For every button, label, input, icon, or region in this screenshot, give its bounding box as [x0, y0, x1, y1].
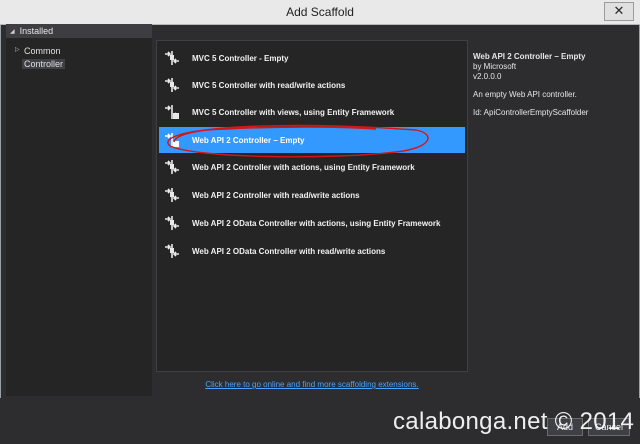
- scaffold-item[interactable]: MVC 5 Controller with read/write actions: [159, 72, 465, 98]
- api-controller-icon: [165, 188, 179, 202]
- title-bar: Add Scaffold ✕: [0, 0, 640, 25]
- details-description: An empty Web API controller.: [473, 90, 577, 99]
- tree-item-controller[interactable]: Controller: [22, 58, 66, 70]
- expand-arrow-icon[interactable]: ▷: [15, 46, 20, 53]
- category-pane: ◢ Installed ▷ Common Controller: [6, 24, 152, 396]
- scaffold-item-label: Web API 2 Controller with read/write act…: [192, 190, 360, 200]
- tree-item-label: Controller: [22, 59, 66, 69]
- scaffold-item-label: Web API 2 Controller – Empty: [192, 135, 305, 145]
- watermark-text: calabonga.net © 2014: [393, 408, 635, 435]
- controller-views-icon: [165, 105, 179, 119]
- collapse-triangle-icon: ◢: [10, 28, 15, 35]
- tree-item-label: Common: [24, 46, 61, 56]
- scaffold-item-label: MVC 5 Controller - Empty: [192, 53, 289, 63]
- api-controller-icon: [165, 133, 179, 147]
- scaffold-item-selected[interactable]: Web API 2 Controller – Empty: [159, 127, 465, 153]
- details-id: Id: ApiControllerEmptyScaffolder: [473, 108, 589, 117]
- details-author: by Microsoft: [473, 62, 517, 71]
- window-title: Add Scaffold: [286, 5, 354, 19]
- scaffold-item-label: MVC 5 Controller with read/write actions: [192, 80, 346, 90]
- close-button[interactable]: ✕: [604, 2, 634, 21]
- scaffold-item-label: Web API 2 OData Controller with read/wri…: [192, 246, 386, 256]
- tree-item-common[interactable]: Common: [24, 45, 61, 57]
- scaffold-item-label: MVC 5 Controller with views, using Entit…: [192, 107, 395, 117]
- scaffold-item-label: Web API 2 OData Controller with actions,…: [192, 218, 441, 228]
- controller-icon: [165, 51, 179, 65]
- scaffold-item[interactable]: Web API 2 OData Controller with actions,…: [159, 210, 465, 236]
- scaffold-item[interactable]: MVC 5 Controller - Empty: [159, 45, 465, 71]
- details-version: v2.0.0.0: [473, 72, 502, 81]
- scaffold-item[interactable]: MVC 5 Controller with views, using Entit…: [159, 99, 465, 125]
- api-controller-icon: [165, 160, 179, 174]
- scaffold-item-label: Web API 2 Controller with actions, using…: [192, 162, 415, 172]
- installed-label: Installed: [19, 26, 54, 36]
- scaffold-item[interactable]: Web API 2 Controller with actions, using…: [159, 154, 465, 180]
- odata-controller-icon: [165, 244, 179, 258]
- scaffold-list: MVC 5 Controller - Empty MVC 5 Controlle…: [156, 40, 468, 372]
- details-pane: Web API 2 Controller – Empty by Microsof…: [473, 52, 633, 118]
- odata-controller-icon: [165, 216, 179, 230]
- details-title: Web API 2 Controller – Empty: [473, 52, 586, 61]
- scaffold-item[interactable]: Web API 2 OData Controller with read/wri…: [159, 238, 465, 264]
- online-extensions-link[interactable]: Click here to go online and find more sc…: [156, 380, 468, 389]
- scaffold-item[interactable]: Web API 2 Controller with read/write act…: [159, 182, 465, 208]
- installed-header[interactable]: ◢ Installed: [6, 24, 152, 38]
- controller-icon: [165, 78, 179, 92]
